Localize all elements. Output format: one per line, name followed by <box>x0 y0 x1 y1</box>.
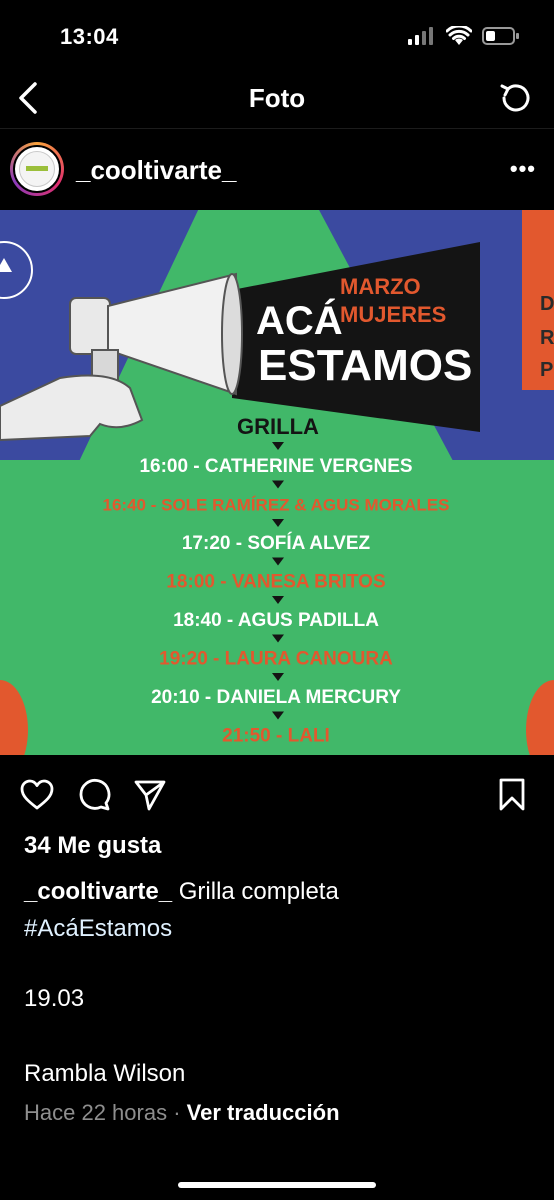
headline-line2: ESTAMOS <box>258 341 472 390</box>
action-bar <box>0 770 554 820</box>
share-button[interactable] <box>133 778 167 812</box>
bookmark-icon <box>499 778 525 811</box>
lineup-entry: 19:20 - LAURA CANOURA <box>159 649 393 670</box>
hashtag-link[interactable]: #AcáEstamos <box>24 915 172 942</box>
headline-side1: MARZO <box>340 274 421 299</box>
post-header: _cooltivarte_ ••• <box>0 130 554 208</box>
save-button[interactable] <box>495 778 529 812</box>
right-letter-3: P <box>540 359 553 381</box>
battery-icon <box>482 27 519 45</box>
lineup-entry: 16:40 - SOLE RAMÍREZ & AGUS MORALES <box>103 496 450 515</box>
wifi-icon <box>446 26 472 45</box>
avatar[interactable] <box>10 142 64 196</box>
status-bar: 13:04 <box>0 0 554 70</box>
brand-logo <box>19 151 55 187</box>
caption-date: 19.03 <box>24 985 85 1012</box>
timestamp: Hace 22 horas <box>24 1100 168 1125</box>
like-button[interactable] <box>20 778 54 812</box>
like-count[interactable]: 34 Me gusta <box>24 832 161 860</box>
meta-separator: · <box>173 1100 181 1125</box>
headline-line1: ACÁ <box>256 298 343 343</box>
right-letter-1: D <box>540 293 554 315</box>
comment-icon <box>79 779 111 811</box>
page-title: Foto <box>248 83 306 113</box>
share-icon <box>134 780 166 811</box>
grid-title: GRILLA <box>237 414 319 439</box>
nav-bar: Foto <box>0 70 554 129</box>
username[interactable]: _cooltivarte_ <box>76 155 236 186</box>
lineup-entry: 16:00 - CATHERINE VERGNES <box>139 456 412 477</box>
post-image[interactable]: D R P ACÁ MARZO MUJERES ESTAMOS GRILLA 1… <box>0 210 554 755</box>
comment-button[interactable] <box>77 778 111 812</box>
headline-side2: MUJERES <box>340 302 446 327</box>
caption: _cooltivarte_ Grilla completa #AcáEstamo… <box>24 873 534 947</box>
translate-link[interactable]: Ver traducción <box>187 1100 340 1125</box>
avatar-image <box>13 145 61 193</box>
heart-icon <box>20 779 54 810</box>
home-indicator <box>178 1182 376 1188</box>
status-time: 13:04 <box>60 24 119 49</box>
lineup-entry: 20:10 - DANIELA MERCURY <box>151 687 401 708</box>
right-letter-2: R <box>540 327 554 349</box>
signal-icon <box>408 27 433 45</box>
more-options-button[interactable]: ••• <box>510 156 536 182</box>
lineup-entry: 18:00 - VANESA BRITOS <box>166 572 385 593</box>
lineup-entry: 21:50 - LALI <box>222 726 330 747</box>
flyer-graphic: D R P ACÁ MARZO MUJERES ESTAMOS GRILLA 1… <box>0 210 554 755</box>
refresh-button[interactable] <box>498 80 534 116</box>
lineup-entry: 17:20 - SOFÍA ALVEZ <box>182 532 371 554</box>
status-icons <box>408 26 520 46</box>
caption-text: Grilla completa <box>178 878 339 905</box>
lineup-entry: 18:40 - AGUS PADILLA <box>173 610 379 631</box>
caption-username[interactable]: _cooltivarte_ <box>24 878 172 905</box>
caption-place: Rambla Wilson <box>24 1060 186 1087</box>
post-meta: Hace 22 horas · Ver traducción <box>24 1100 340 1126</box>
refresh-icon <box>500 84 530 112</box>
